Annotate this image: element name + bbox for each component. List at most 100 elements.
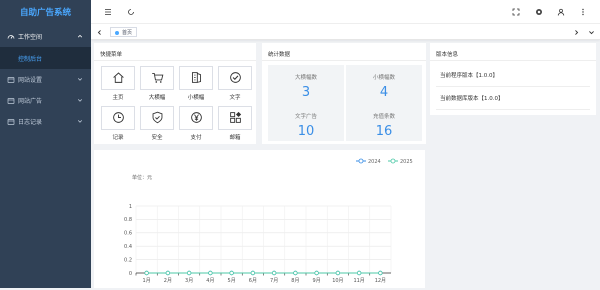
quick-small-banner-button[interactable] <box>179 66 213 90</box>
quick-label: 小横幅 <box>187 95 205 101</box>
sidebar: 自助广告系统 工作空间 控制后台 网站设置 网站广告 日志记录 <box>0 0 91 288</box>
data-point <box>335 270 341 276</box>
y-tick-label: 0.4 <box>124 244 132 250</box>
quick-label: 大横幅 <box>148 95 166 101</box>
quick-home-button[interactable] <box>101 66 135 90</box>
y-tick-label: 0 <box>129 271 132 277</box>
navbar <box>91 0 600 24</box>
sidebar-item-label: 网站设置 <box>18 77 43 84</box>
log-icon <box>6 117 15 126</box>
stat-value: 4 <box>379 85 389 100</box>
sidebar-item-label: 日志记录 <box>18 119 43 126</box>
quick-label: 记录 <box>112 135 124 141</box>
sidebar-subitem-control-panel[interactable]: 控制后台 <box>0 47 91 69</box>
card-title: 版本信息 <box>436 52 459 58</box>
main-area: 首页 快捷菜单 主页 大横幅 小横幅 文字 记录 安全 支付 邮箱 统计数据 大… <box>91 0 600 288</box>
divider <box>436 109 590 110</box>
divider <box>94 60 256 61</box>
app-logo-title: 自助广告系统 <box>19 8 71 18</box>
stat-value: 3 <box>301 85 311 100</box>
fullscreen-icon[interactable] <box>511 7 520 16</box>
data-point <box>314 270 319 276</box>
sidebar-item-site-settings[interactable]: 网站设置 <box>0 69 91 90</box>
y-tick-label: 1 <box>129 204 132 210</box>
line-chart: 单位：元00.20.40.60.811月 2月 3月 4月 5月 6月 7月 8月 9月 10月 1… <box>124 158 413 284</box>
stat-recharge: 充值条数 16 <box>346 104 422 141</box>
chevron-down-icon <box>77 118 83 124</box>
sidebar-subitem-label: 控制后台 <box>18 55 43 63</box>
sidebar-item-logs[interactable]: 日志记录 <box>0 111 91 132</box>
sidebar-item-site-ads[interactable]: 网站广告 <box>0 90 91 111</box>
legend-label: 2025 <box>400 159 413 165</box>
quick-label: 支付 <box>190 135 202 141</box>
version-card: 版本信息 当前程序版本【1.0.0】 当前数据库版本【1.0.0】 <box>430 43 596 115</box>
data-point <box>293 270 298 276</box>
quick-pay-button[interactable] <box>179 106 213 130</box>
chevron-up-icon <box>77 33 83 39</box>
yen-icon <box>190 111 203 126</box>
x-tick-label: 6月 <box>249 278 257 284</box>
refresh-icon[interactable] <box>126 7 135 16</box>
quick-menu-card: 快捷菜单 主页 大横幅 小横幅 文字 记录 安全 支付 邮箱 <box>94 43 256 144</box>
sidebar-item-label: 网站广告 <box>18 98 43 105</box>
quick-records-button[interactable] <box>101 106 135 130</box>
quick-label: 文字 <box>229 95 241 101</box>
tab-home[interactable]: 首页 <box>110 27 138 37</box>
user-icon[interactable] <box>556 7 565 16</box>
divider <box>430 60 596 61</box>
quick-text-button[interactable] <box>218 66 252 90</box>
x-tick-label: 2月 <box>164 278 172 284</box>
data-point <box>165 270 171 276</box>
sidebar-item-workspace[interactable]: 工作空间 <box>0 26 91 47</box>
chevron-down-icon[interactable] <box>587 28 596 37</box>
legend-marker <box>358 158 364 164</box>
quick-label: 安全 <box>151 135 163 141</box>
data-point <box>208 270 213 276</box>
chevron-right-icon[interactable] <box>572 28 581 37</box>
settings-icon <box>6 75 15 84</box>
quick-label: 主页 <box>112 95 124 101</box>
grid-icon <box>229 111 242 126</box>
legend-label: 2024 <box>368 159 381 165</box>
chevron-down-icon <box>77 76 83 82</box>
data-point <box>229 270 234 276</box>
y-tick-label: 0.6 <box>124 231 132 237</box>
stat-label: 文字广告 <box>294 114 317 120</box>
chart-card: 单位：元 0 0.2 0.4 0.6 0.8 1 1月 2月 3月 4月 5月 6月 7月 8月 9月 10月 1… <box>94 150 425 288</box>
banner-icon <box>190 71 203 86</box>
divider <box>262 60 426 61</box>
data-point <box>378 270 383 276</box>
home-icon <box>112 71 125 86</box>
more-icon[interactable] <box>578 7 587 16</box>
stat-value: 16 <box>375 124 393 139</box>
chevron-left-icon[interactable] <box>95 28 104 37</box>
tab-label: 首页 <box>122 29 133 36</box>
tags-bar: 首页 <box>91 24 600 40</box>
cart-icon <box>151 71 164 86</box>
check-circle-icon <box>229 71 242 86</box>
card-title: 快捷菜单 <box>100 52 123 58</box>
y-tick-label: 0.2 <box>124 257 132 263</box>
shield-check-icon <box>151 111 164 126</box>
dashboard-icon <box>6 32 15 41</box>
data-point <box>186 270 192 276</box>
x-tick-label: 10月 <box>332 278 343 284</box>
quick-big-banner-button[interactable] <box>140 66 174 90</box>
data-point <box>356 270 362 276</box>
theme-icon[interactable] <box>534 7 543 16</box>
db-version: 当前数据库版本【1.0.0】 <box>440 96 504 102</box>
stat-label: 小横幅数 <box>372 75 395 81</box>
data-point <box>250 270 256 276</box>
stat-label: 大横幅数 <box>294 75 317 81</box>
quick-security-button[interactable] <box>140 106 174 130</box>
stat-label: 充值条数 <box>372 114 395 120</box>
quick-mail-button[interactable] <box>218 106 252 130</box>
chart-unit-label: 单位：元 <box>132 174 152 181</box>
menu-fold-icon[interactable] <box>103 7 112 16</box>
y-tick-label: 0.8 <box>124 217 132 223</box>
x-tick-label: 5月 <box>228 278 236 284</box>
x-tick-label: 8月 <box>291 278 299 284</box>
card-title: 统计数据 <box>268 52 291 58</box>
x-tick-label: 9月 <box>313 278 321 284</box>
x-tick-label: 7月 <box>270 278 278 284</box>
